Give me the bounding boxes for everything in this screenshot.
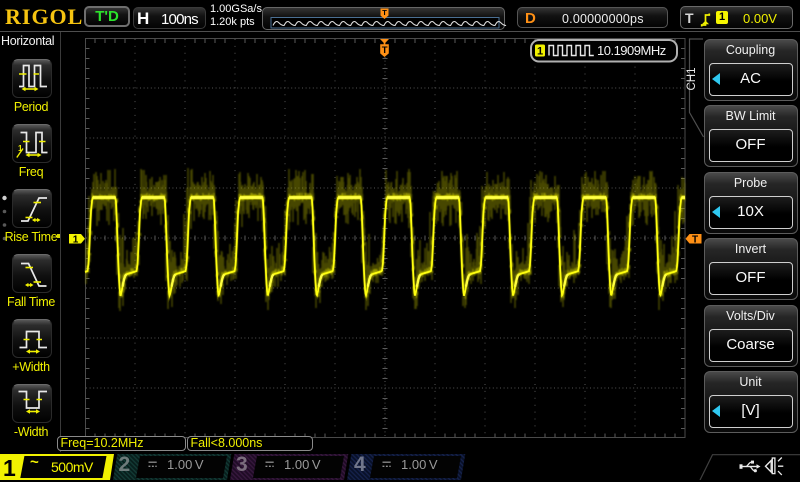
- svg-text:10.1909MHz: 10.1909MHz: [597, 43, 666, 58]
- svg-text:1: 1: [537, 46, 543, 58]
- svg-text:T: T: [382, 45, 388, 56]
- svg-text:1: 1: [73, 235, 79, 246]
